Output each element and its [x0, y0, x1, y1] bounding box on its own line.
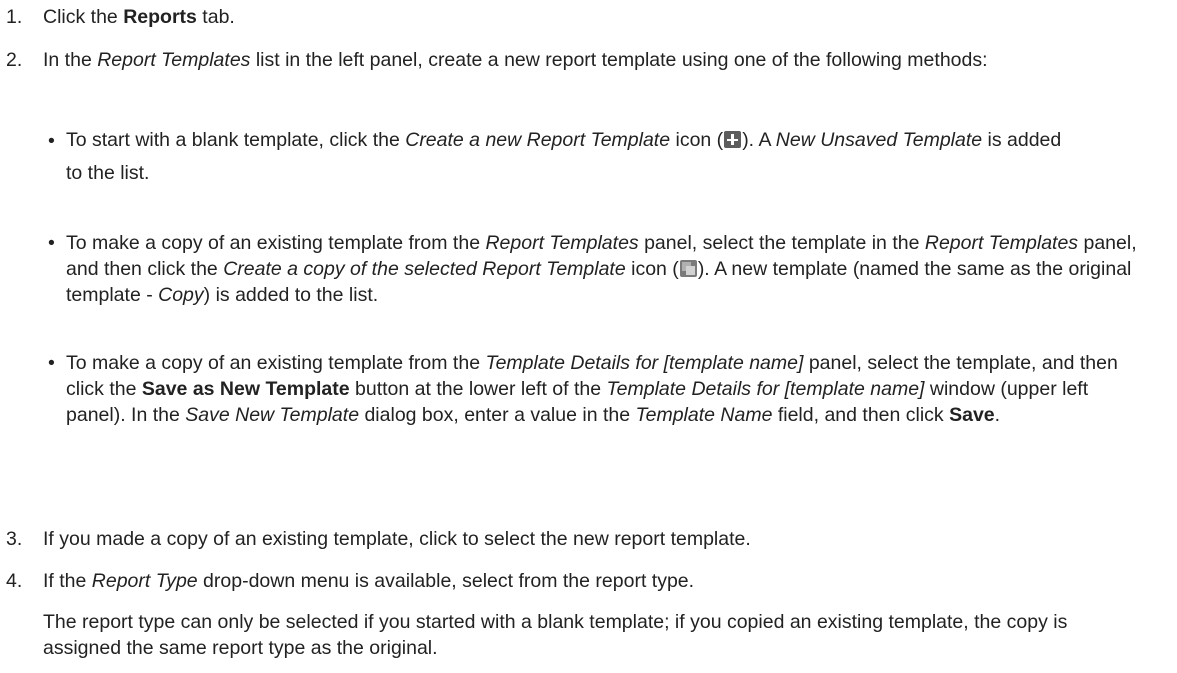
- step-number: 2.: [6, 49, 23, 71]
- step-text: In the Report Templates list in the left…: [43, 49, 988, 71]
- save-label: Save: [949, 404, 995, 426]
- step-note-text: The report type can only be selected if …: [43, 611, 1068, 659]
- bullet-dot: •: [48, 232, 55, 254]
- step-number: 3.: [6, 528, 23, 550]
- bullet-text: To make a copy of an existing template f…: [66, 352, 1118, 426]
- bullet-text: To make a copy of an existing template f…: [66, 232, 1137, 306]
- step-text: Click the Reports tab.: [43, 6, 235, 28]
- step-text: If the Report Type drop-down menu is ava…: [43, 570, 695, 592]
- plus-icon: [724, 131, 742, 148]
- help-page: 1. Click the Reports tab. 2. In the Repo…: [0, 0, 1177, 673]
- bullet-dot: •: [48, 130, 55, 152]
- bullet-text: To start with a blank template, click th…: [66, 129, 1062, 184]
- step-number: 4.: [6, 570, 23, 592]
- save-as-new-template-label: Save as New Template: [141, 378, 350, 400]
- reports-tab-label: Reports: [123, 6, 197, 28]
- bullet-dot: •: [48, 352, 55, 374]
- step-text: If you made a copy of an existing templa…: [43, 528, 751, 550]
- copy-icon: [679, 260, 697, 277]
- step-number: 1.: [6, 6, 23, 28]
